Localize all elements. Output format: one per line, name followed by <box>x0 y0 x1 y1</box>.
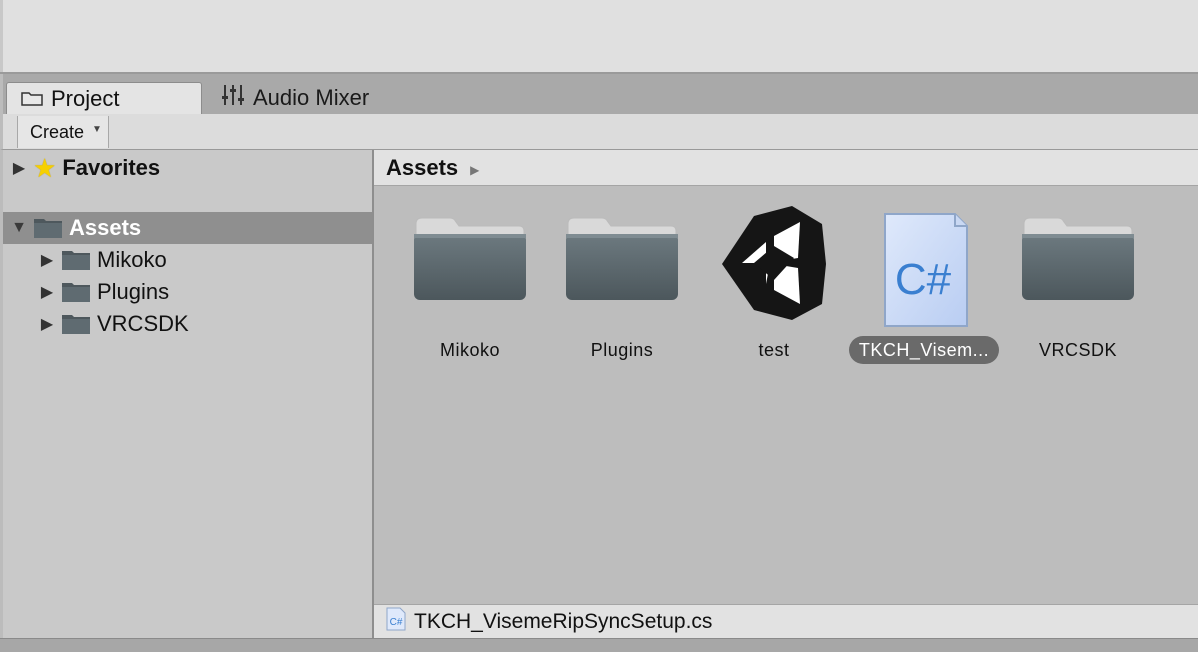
window-tab-bar: Project Audio Mixer <box>0 74 1198 114</box>
tree-item-label: Assets <box>69 215 142 240</box>
project-tree-pane: ▶ ★ Favorites ▼ Assets ▶ Mikoko ▶ Plugin… <box>0 150 372 638</box>
tree-item-vrcsdk[interactable]: ▶ VRCSDK <box>3 308 372 340</box>
csharp-file-icon: C# <box>386 607 406 637</box>
tree-item-assets[interactable]: ▼ Assets <box>3 212 372 244</box>
tab-project[interactable]: Project <box>6 82 202 114</box>
folder-icon <box>61 281 91 303</box>
collapse-arrow-icon[interactable]: ▼ <box>9 219 29 237</box>
folder-icon <box>1020 210 1136 309</box>
tree-item-label: VRCSDK <box>97 311 189 336</box>
expand-arrow-icon[interactable]: ▶ <box>9 158 29 178</box>
asset-item-test-scene[interactable]: test <box>699 206 849 370</box>
tree-item-favorites[interactable]: ▶ ★ Favorites <box>3 152 372 184</box>
asset-item-plugins[interactable]: Plugins <box>547 210 697 370</box>
project-toolbar: Create ▼ <box>0 114 1198 150</box>
breadcrumb: Assets ▶ <box>374 150 1198 186</box>
expand-arrow-icon[interactable]: ▶ <box>37 250 57 270</box>
breadcrumb-assets[interactable]: Assets <box>386 155 458 181</box>
tree-item-label: Plugins <box>97 279 170 304</box>
folder-icon <box>61 249 91 271</box>
create-button[interactable]: Create ▼ <box>17 116 109 148</box>
svg-text:C#: C# <box>895 255 952 304</box>
selected-file-name: TKCH_VisemeRipSyncSetup.cs <box>414 609 713 633</box>
tree-item-label: Mikoko <box>97 247 167 272</box>
csharp-file-icon: C# <box>881 212 971 335</box>
sliders-icon <box>221 84 245 112</box>
folder-icon <box>564 210 680 309</box>
breadcrumb-arrow-icon: ▶ <box>470 162 480 177</box>
asset-grid-pane: Assets ▶ Mikoko Plugins test C# TKCH_Vis… <box>374 150 1198 638</box>
create-button-label: Create <box>30 121 85 142</box>
tree-item-mikoko[interactable]: ▶ Mikoko <box>3 244 372 276</box>
asset-item-label: test <box>758 340 790 360</box>
asset-item-label: Plugins <box>590 340 654 360</box>
empty-panel-area <box>0 0 1198 72</box>
asset-item-mikoko[interactable]: Mikoko <box>395 210 545 370</box>
asset-item-label: Mikoko <box>439 340 500 360</box>
unity-logo-icon <box>714 202 834 329</box>
tree-item-plugins[interactable]: ▶ Plugins <box>3 276 372 308</box>
expand-arrow-icon[interactable]: ▶ <box>37 314 57 334</box>
folder-icon <box>412 210 528 309</box>
expand-arrow-icon[interactable]: ▶ <box>37 282 57 302</box>
svg-text:C#: C# <box>390 617 403 628</box>
folder-icon <box>61 313 91 335</box>
star-icon: ★ <box>33 153 57 183</box>
asset-item-label: VRCSDK <box>1038 340 1117 360</box>
asset-item-vrcsdk[interactable]: VRCSDK <box>1003 210 1153 370</box>
tab-audio-mixer-label: Audio Mixer <box>253 85 370 110</box>
tree-item-label: Favorites <box>62 155 161 180</box>
dropdown-caret-icon: ▼ <box>92 123 102 135</box>
folder-icon <box>33 217 63 239</box>
asset-item-csharp-script[interactable]: C# TKCH_Visem... <box>849 210 1001 370</box>
tab-audio-mixer[interactable]: Audio Mixer <box>219 82 369 114</box>
selected-asset-path-bar: C# TKCH_VisemeRipSyncSetup.cs <box>374 604 1198 638</box>
folder-icon <box>21 86 43 112</box>
bottom-status-strip <box>0 638 1198 652</box>
asset-item-label: TKCH_Visem... <box>849 336 999 364</box>
tab-project-label: Project <box>51 85 120 111</box>
